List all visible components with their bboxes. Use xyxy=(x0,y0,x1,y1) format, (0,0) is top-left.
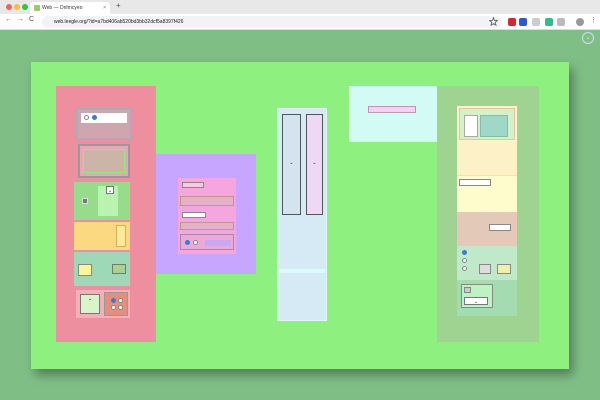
radio-option[interactable] xyxy=(111,305,116,310)
bookmark-star-icon[interactable] xyxy=(489,17,498,26)
maximize-window-icon[interactable] xyxy=(22,4,28,10)
pink-panel: ⌄ ⌄ xyxy=(56,86,156,342)
browser-tab[interactable]: Web — Dnhncyeo × xyxy=(30,2,110,14)
radio-option-selected[interactable] xyxy=(92,115,97,120)
tan-row xyxy=(457,212,517,246)
nested-card-inner xyxy=(83,149,125,173)
radio-option-selected[interactable] xyxy=(185,240,190,245)
browser-tab-bar: Web — Dnhncyeo × + xyxy=(0,0,600,14)
text-input[interactable] xyxy=(182,212,206,218)
extension-infinity-icon[interactable] xyxy=(532,18,540,26)
radio-option[interactable] xyxy=(84,115,89,120)
yellow-card-slot xyxy=(116,225,126,247)
cream-row xyxy=(457,142,517,176)
chevron-down-icon: ⌄ xyxy=(87,296,93,302)
radio-list xyxy=(457,246,517,280)
image-select-card: ⌄ xyxy=(457,280,517,316)
select-dropdown[interactable]: ⌄ xyxy=(464,297,488,305)
yellow-card xyxy=(74,222,130,250)
chart-card-tile xyxy=(464,115,478,137)
minimize-window-icon[interactable] xyxy=(14,4,20,10)
radio-option[interactable] xyxy=(462,258,467,263)
address-url: web.leegle.org/?id=a7bd406ab520bd3bb32dc… xyxy=(54,19,184,25)
bottom-card: ⌄ xyxy=(76,290,130,318)
form-row xyxy=(180,222,234,230)
new-tab-button[interactable]: + xyxy=(116,1,121,10)
browser-toolbar: ← → C web.leegle.org/?id=a7bd406ab520bd3… xyxy=(0,14,600,30)
divider xyxy=(279,269,325,273)
cyan-panel xyxy=(349,86,437,142)
mint-card-tile xyxy=(112,264,126,274)
image-select-box: ⌄ xyxy=(461,284,493,308)
chart-card-tile xyxy=(480,115,508,137)
tab-close-icon[interactable]: × xyxy=(103,2,106,14)
text-input[interactable] xyxy=(489,224,511,231)
radio-row-bar xyxy=(205,240,231,246)
text-input[interactable] xyxy=(182,182,204,188)
extension-green-icon[interactable] xyxy=(545,18,553,26)
address-bar[interactable]: web.leegle.org/?id=a7bd406ab520bd3bb32dc… xyxy=(42,16,502,28)
image-icon xyxy=(464,287,471,293)
radio-option-selected[interactable] xyxy=(111,298,116,303)
forward-button[interactable]: → xyxy=(17,16,24,23)
radio-option-selected[interactable] xyxy=(462,250,467,255)
radio-option[interactable] xyxy=(118,305,123,310)
select-dropdown[interactable]: ⌄ xyxy=(106,186,114,194)
radio-option[interactable] xyxy=(193,240,198,245)
input-row xyxy=(457,176,517,212)
chevron-down-icon: ⌄ xyxy=(289,160,294,166)
nested-card xyxy=(78,144,130,178)
extensions-puzzle-icon[interactable] xyxy=(557,18,565,26)
radio-card xyxy=(76,108,132,140)
text-input[interactable] xyxy=(368,106,416,113)
chart-card xyxy=(459,108,515,140)
close-window-icon[interactable] xyxy=(6,4,12,10)
profile-avatar[interactable] xyxy=(576,18,584,26)
radio-option[interactable] xyxy=(118,298,123,303)
select-dropdown[interactable]: ⌄ xyxy=(306,114,323,215)
chevron-circle-icon[interactable]: ⌄ xyxy=(582,32,594,44)
checkbox[interactable] xyxy=(82,198,88,204)
radio-row xyxy=(81,113,127,123)
form-row xyxy=(180,196,234,206)
extension-blue-icon[interactable] xyxy=(519,18,527,26)
back-button[interactable]: ← xyxy=(5,16,12,23)
tab-title: Web — Dnhncyeo xyxy=(42,5,83,11)
green-card: ⌄ xyxy=(74,182,130,220)
right-column: ⌄ xyxy=(457,106,517,316)
mint-card xyxy=(74,252,130,286)
select-dropdown[interactable]: ⌄ xyxy=(80,294,100,314)
text-input[interactable] xyxy=(459,179,491,186)
purple-panel xyxy=(156,154,256,274)
tab-favicon-icon xyxy=(34,5,40,11)
image-icon xyxy=(497,264,511,274)
mint-card-tile xyxy=(78,264,92,276)
radio-grid xyxy=(104,292,128,316)
extension-red-icon[interactable] xyxy=(508,18,516,26)
form-card xyxy=(178,178,236,254)
reload-button[interactable]: C xyxy=(29,16,34,23)
page-canvas: ⌄ ⌄ ⌄ ⌄ ⌄ xyxy=(31,62,569,369)
chevron-down-icon: ⌄ xyxy=(107,188,113,194)
image-icon xyxy=(479,264,491,274)
blue-panel: ⌄ ⌄ xyxy=(277,108,327,321)
select-dropdown[interactable]: ⌄ xyxy=(282,114,301,215)
chevron-down-icon: ⌄ xyxy=(473,299,479,305)
right-panel: ⌄ xyxy=(437,86,539,342)
menu-kebab-icon[interactable]: ⋮ xyxy=(590,16,597,24)
chevron-down-icon: ⌄ xyxy=(312,160,317,166)
radio-option[interactable] xyxy=(462,266,467,271)
radio-row xyxy=(180,234,234,250)
